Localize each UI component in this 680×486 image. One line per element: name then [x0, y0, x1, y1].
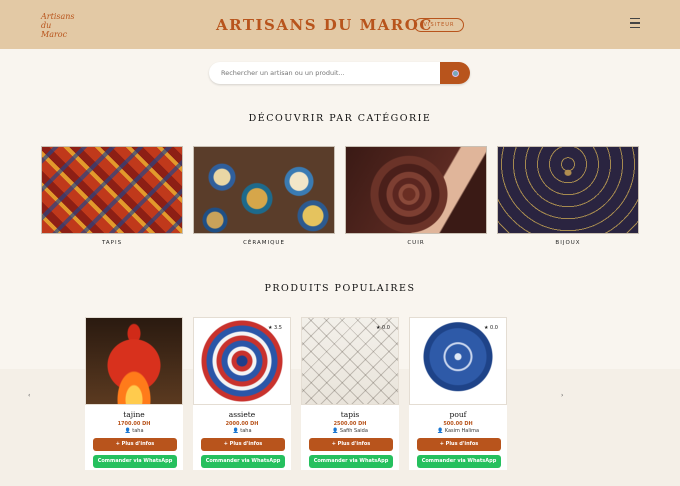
- product-price: 500.00 DH: [443, 421, 473, 427]
- product-price: 2500.00 DH: [333, 421, 367, 427]
- product-name: assiete: [228, 410, 256, 419]
- products-title: PRODUITS POPULAIRES: [264, 283, 416, 294]
- hamburger-menu-icon[interactable]: [630, 18, 640, 29]
- logo-line-2: du Maroc: [41, 21, 68, 39]
- product-price: 1700.00 DH: [117, 421, 151, 427]
- site-title: ARTISANS DU MAROC: [216, 16, 433, 34]
- site-logo[interactable]: Artisans du Maroc: [33, 11, 75, 39]
- category-card-tapis[interactable]: [41, 146, 183, 234]
- product-card-tajine: tajine 1700.00 DH 👤 taha + Plus d'infos …: [85, 317, 183, 470]
- search-button[interactable]: [440, 62, 470, 84]
- category-label-bijoux[interactable]: BIJOUX: [497, 240, 639, 246]
- visitor-badge[interactable]: VISITEUR: [414, 18, 464, 32]
- product-seller: 👤 taha: [85, 428, 183, 434]
- product-seller: 👤 Kasim Halima: [409, 428, 507, 434]
- more-info-button[interactable]: + Plus d'infos: [201, 438, 285, 451]
- carousel-next-button[interactable]: ›: [561, 392, 563, 399]
- whatsapp-order-button[interactable]: Commander via WhatsApp: [93, 455, 177, 468]
- carousel-prev-button[interactable]: ‹: [28, 392, 30, 399]
- product-image-pouf[interactable]: ★ 0.0: [409, 317, 507, 405]
- product-seller-name: Safih Saida: [339, 428, 368, 434]
- product-seller: 👤 taha: [193, 428, 291, 434]
- product-rating: ★ 3.5: [267, 325, 282, 331]
- whatsapp-order-button[interactable]: Commander via WhatsApp: [417, 455, 501, 468]
- category-image-tapis: [41, 146, 183, 234]
- logo-line-1: Artisans: [41, 12, 75, 21]
- product-card-tapis: ★ 0.0 tapis 2500.00 DH 👤 Safih Saida + P…: [301, 317, 399, 470]
- product-seller: 👤 Safih Saida: [301, 428, 399, 434]
- more-info-button[interactable]: + Plus d'infos: [309, 438, 393, 451]
- product-name: tajine: [123, 410, 145, 419]
- product-seller-name: Kasim Halima: [444, 428, 480, 434]
- product-image-tapis[interactable]: ★ 0.0: [301, 317, 399, 405]
- product-name: tapis: [340, 410, 360, 419]
- category-card-cuir[interactable]: [345, 146, 487, 234]
- product-image-tajine[interactable]: [85, 317, 183, 405]
- product-card-assiete: ★ 3.5 assiete 2000.00 DH 👤 taha + Plus d…: [193, 317, 291, 470]
- whatsapp-order-button[interactable]: Commander via WhatsApp: [309, 455, 393, 468]
- product-seller-name: taha: [132, 428, 144, 434]
- category-label-cuir[interactable]: CUIR: [345, 240, 487, 246]
- category-label-ceramique[interactable]: CÉRAMIQUE: [193, 240, 335, 246]
- category-image-ceramique: [193, 146, 335, 234]
- product-rating: ★ 0.0: [483, 325, 498, 331]
- category-label-tapis[interactable]: TAPIS: [41, 240, 183, 246]
- search-icon: [452, 70, 459, 77]
- user-icon: 👤: [332, 428, 340, 434]
- logo-text: Artisans du Maroc: [41, 12, 75, 39]
- product-name: pouf: [449, 410, 467, 419]
- product-price: 2000.00 DH: [225, 421, 259, 427]
- category-card-ceramique[interactable]: [193, 146, 335, 234]
- more-info-button[interactable]: + Plus d'infos: [93, 438, 177, 451]
- product-card-pouf: ★ 0.0 pouf 500.00 DH 👤 Kasim Halima + Pl…: [409, 317, 507, 470]
- product-image-assiete[interactable]: ★ 3.5: [193, 317, 291, 405]
- whatsapp-order-button[interactable]: Commander via WhatsApp: [201, 455, 285, 468]
- categories-title: DÉCOUVRIR PAR CATÉGORIE: [248, 113, 432, 124]
- product-seller-name: taha: [240, 428, 252, 434]
- category-image-bijoux: [497, 146, 639, 234]
- category-card-bijoux[interactable]: [497, 146, 639, 234]
- user-icon: 👤: [436, 428, 445, 434]
- more-info-button[interactable]: + Plus d'infos: [417, 438, 501, 451]
- product-rating: ★ 0.0: [375, 325, 390, 331]
- search-bar: [209, 62, 470, 84]
- category-image-cuir: [345, 146, 487, 234]
- search-input[interactable]: [221, 62, 441, 84]
- site-header: Artisans du Maroc ARTISANS DU MAROC VISI…: [0, 0, 680, 49]
